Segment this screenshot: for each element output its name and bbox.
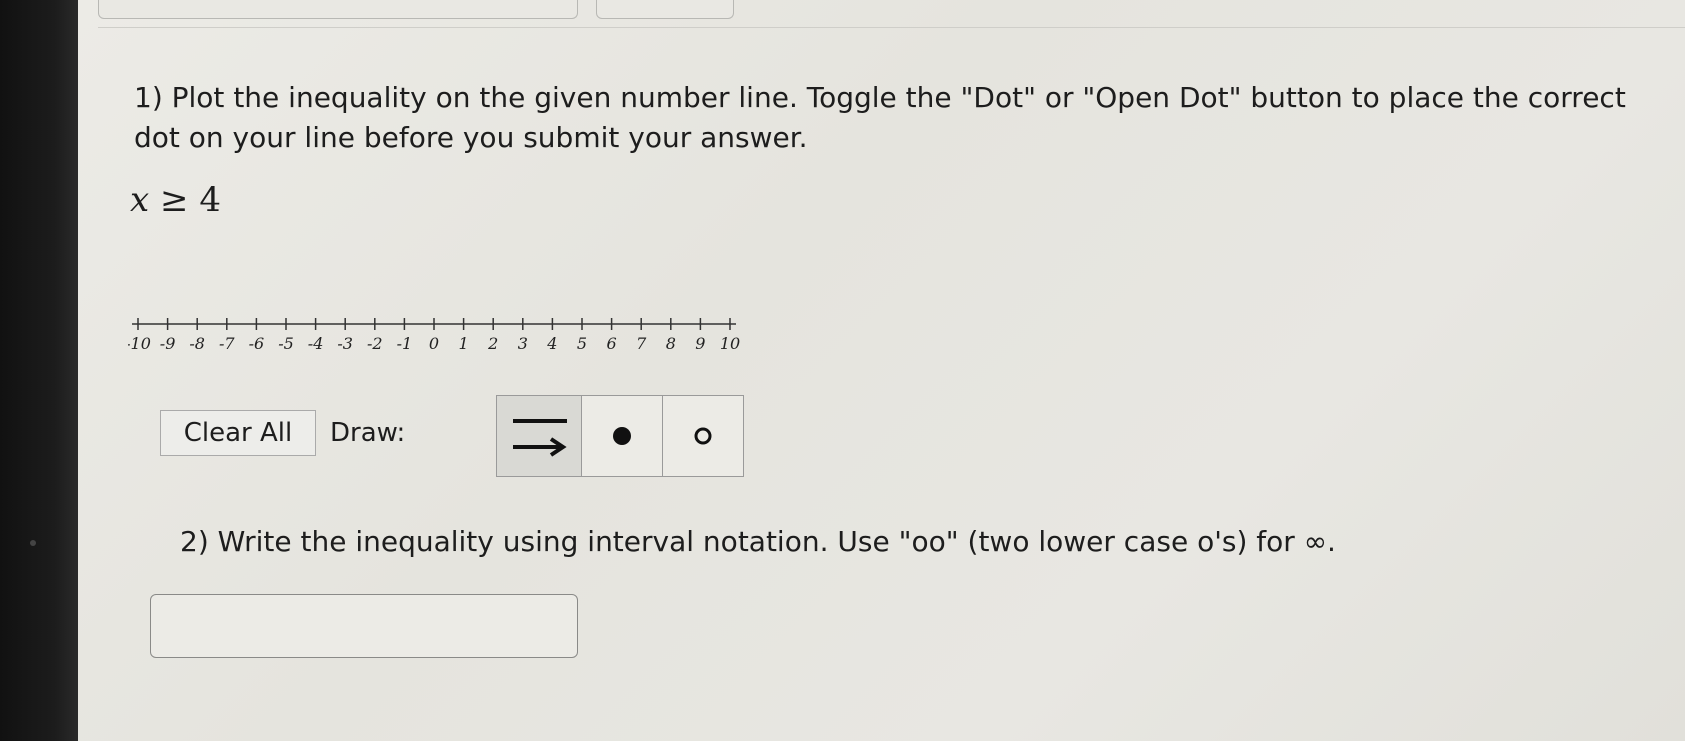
open-dot-icon bbox=[694, 427, 712, 445]
tick-label: -10 bbox=[128, 334, 151, 350]
tick-label: -8 bbox=[189, 334, 205, 350]
tick-label: 2 bbox=[487, 334, 498, 350]
inequality-value: 4 bbox=[199, 180, 221, 220]
tick-label: 1 bbox=[459, 334, 469, 350]
dot-tool-button[interactable] bbox=[581, 395, 663, 477]
ray-arrow-icon bbox=[513, 419, 567, 457]
top-divider bbox=[98, 27, 1685, 28]
tick-label: 8 bbox=[666, 334, 676, 350]
tick-label: 5 bbox=[577, 334, 587, 350]
number-line[interactable]: -10-9-8-7-6-5-4-3-2-1012345678910 bbox=[128, 310, 748, 350]
top-tab-left[interactable] bbox=[98, 0, 578, 19]
tick-label: 10 bbox=[720, 334, 740, 350]
inequality-variable: x bbox=[130, 180, 150, 220]
inequality-expression: x ≥ 4 bbox=[130, 180, 221, 220]
clear-all-button[interactable]: Clear All bbox=[160, 410, 316, 456]
open-dot-tool-button[interactable] bbox=[662, 395, 744, 477]
question-2-text: 2) Write the inequality using interval n… bbox=[180, 525, 1336, 558]
tick-label: -7 bbox=[219, 334, 235, 350]
monitor-bezel bbox=[0, 0, 78, 741]
tick-label: -3 bbox=[337, 334, 353, 350]
draw-label: Draw: bbox=[330, 418, 406, 448]
tick-label: 0 bbox=[429, 334, 439, 350]
question-1-text: 1) Plot the inequality on the given numb… bbox=[134, 81, 1626, 154]
tick-label: -2 bbox=[367, 334, 383, 350]
tick-label: -5 bbox=[278, 334, 294, 350]
inequality-operator: ≥ bbox=[160, 180, 189, 220]
tick-label: -9 bbox=[160, 334, 176, 350]
tick-label: -4 bbox=[308, 334, 324, 350]
tick-label: 7 bbox=[636, 334, 647, 350]
screen: 1) Plot the inequality on the given numb… bbox=[78, 0, 1685, 741]
tick-label: -6 bbox=[249, 334, 265, 350]
top-tab-right[interactable] bbox=[596, 0, 734, 19]
tick-label: 9 bbox=[695, 334, 705, 350]
list-bullet bbox=[30, 540, 36, 546]
filled-dot-icon bbox=[613, 427, 631, 445]
ray-tool-button[interactable] bbox=[496, 395, 582, 477]
tick-label: 6 bbox=[607, 334, 617, 350]
tick-label: 4 bbox=[546, 334, 557, 350]
tick-label: 3 bbox=[518, 334, 528, 350]
interval-answer-input[interactable] bbox=[150, 594, 578, 658]
tick-label: -1 bbox=[397, 334, 413, 350]
